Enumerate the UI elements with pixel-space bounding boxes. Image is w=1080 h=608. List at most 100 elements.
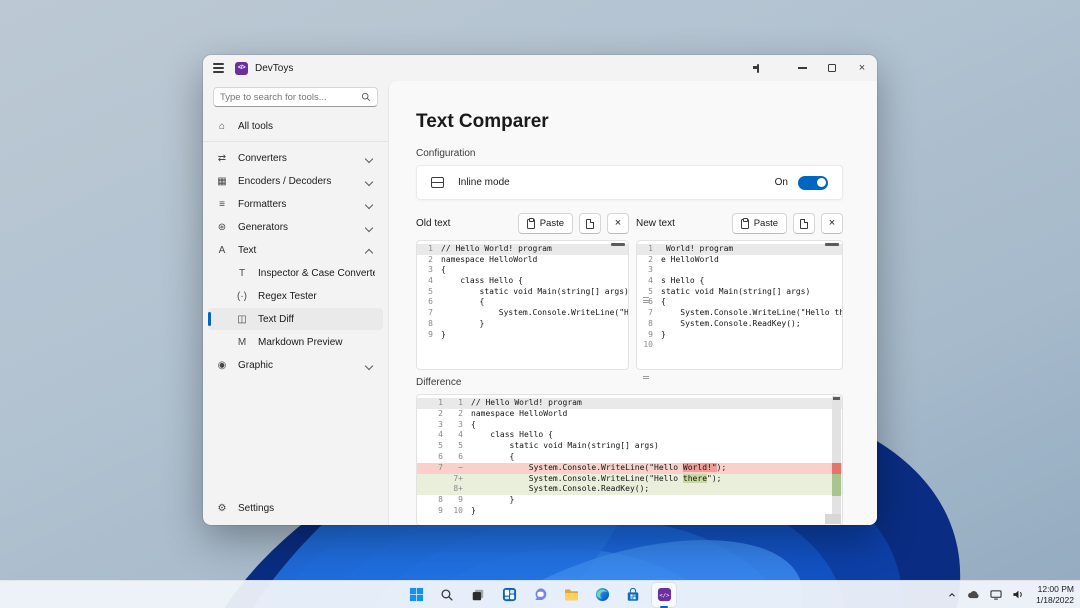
window-title: DevToys [255,63,293,74]
sidebar-item-label: Markdown Preview [258,337,375,348]
sidebar-item-formatters[interactable]: ≡Formatters [208,193,383,215]
diff-line-context[interactable]: 55 static void Main(string[] args) [417,441,842,452]
code-line[interactable]: 5 static void Main(string[] args) [417,287,628,298]
diff-line-context[interactable]: 66 { [417,452,842,463]
code-text: } [661,330,842,341]
taskbar-file-explorer-button[interactable] [559,583,583,607]
paste-icon [741,219,749,229]
diff-line-context[interactable]: 89 } [417,495,842,506]
diff-line-context[interactable]: 11// Hello World! program [417,398,842,409]
taskbar-edge-button[interactable] [590,583,614,607]
sidebar-item-inspector-case-converter[interactable]: TInspector & Case Converter [208,262,383,284]
new-text-editor[interactable]: 1 World! program2e HelloWorld34s Hello {… [636,240,843,370]
inspector-icon: T [236,268,248,279]
taskbar-chat-button[interactable] [528,583,552,607]
old-open-file-button[interactable] [579,213,601,234]
sidebar-item-label: Formatters [238,199,365,210]
old-clear-button[interactable]: × [607,213,629,234]
line-number: 7 [637,308,661,319]
code-line[interactable]: 4 class Hello { [417,276,628,287]
diff-line-context[interactable]: 22namespace HelloWorld [417,409,842,420]
taskbar-store-button[interactable] [621,583,645,607]
new-paste-button[interactable]: Paste [732,213,787,234]
taskbar-widgets-button[interactable] [497,583,521,607]
tool-search-box[interactable] [213,87,378,107]
code-text: { [441,297,628,308]
maximize-button[interactable] [817,55,847,81]
old-paste-button[interactable]: Paste [518,213,573,234]
code-line[interactable]: 9} [637,330,842,341]
diff-line-context[interactable]: 910} [417,506,842,517]
code-line[interactable]: 3 [637,265,842,276]
close-button[interactable]: × [847,55,877,81]
minimize-button[interactable] [787,55,817,81]
sidebar-item-settings[interactable]: ⚙ Settings [208,497,383,519]
code-line[interactable]: 6{ [637,297,842,308]
network-icon[interactable] [988,587,1004,603]
sidebar-item-regex-tester[interactable]: (·)Regex Tester [208,285,383,307]
sidebar-item-markdown-preview[interactable]: MMarkdown Preview [208,331,383,353]
diff-line-context[interactable]: 33{ [417,420,842,431]
old-line-number: 9 [417,506,443,517]
inline-mode-toggle[interactable] [798,176,828,190]
chevron-up-icon[interactable] [944,587,960,603]
diff-line-deleted[interactable]: 7− System.Console.WriteLine("Hello World… [417,463,842,474]
code-line[interactable]: 1 World! program [637,244,842,255]
code-line[interactable]: 2namespace HelloWorld [417,255,628,266]
sidebar-item-generators[interactable]: ⊛Generators [208,216,383,238]
titlebar[interactable]: </> DevToys × [203,55,877,81]
new-clear-button[interactable]: × [821,213,843,234]
scrollbar-thumb[interactable] [611,243,625,246]
sidebar-item-all-tools[interactable]: ⌂All tools [208,115,383,137]
code-line[interactable]: 5static void Main(string[] args) [637,287,842,298]
diff-line-context[interactable]: 44 class Hello { [417,430,842,441]
code-line[interactable]: 6 { [417,297,628,308]
splitter-grip[interactable] [642,376,649,379]
new-paste-label: Paste [754,218,778,229]
clock[interactable]: 12:00 PM 1/18/2022 [1032,584,1074,605]
chevron-down-icon [365,223,373,231]
sidebar-item-converters[interactable]: ⇄Converters [208,147,383,169]
code-line[interactable]: 2e HelloWorld [637,255,842,266]
code-line[interactable]: 9} [417,330,628,341]
new-open-file-button[interactable] [793,213,815,234]
home-icon: ⌂ [216,121,228,132]
diff-line-added[interactable]: 8+ System.Console.ReadKey(); [417,484,842,495]
inline-mode-setting-card: Inline mode On [416,165,843,200]
regex-icon: (·) [236,291,248,302]
code-line[interactable]: 8 } [417,319,628,330]
splitter-grip[interactable] [642,297,649,303]
code-line[interactable]: 4s Hello { [637,276,842,287]
start-icon [409,587,424,602]
diff-line-added[interactable]: 7+ System.Console.WriteLine("Hello there… [417,474,842,485]
new-line-number: 10 [443,506,463,517]
code-line[interactable]: 8 System.Console.ReadKey(); [637,319,842,330]
taskbar-search-button[interactable] [435,583,459,607]
sidebar-item-graphic[interactable]: ◉Graphic [208,354,383,376]
paste-icon [527,219,535,229]
maximize-icon [828,64,836,72]
old-text-editor[interactable]: 1// Hello World! program2namespace Hello… [416,240,629,370]
onedrive-icon[interactable] [966,587,982,603]
sidebar-item-text[interactable]: AText [208,239,383,261]
code-line[interactable]: 10 [637,340,842,351]
difference-viewer[interactable]: 11// Hello World! program22namespace Hel… [416,394,843,525]
chevron-down-icon [365,361,373,369]
inline-mode-icon [431,177,444,188]
taskbar-start-button[interactable] [404,583,428,607]
scrollbar-thumb[interactable] [833,397,840,400]
compact-overlay-button[interactable] [757,55,787,81]
scrollbar-thumb[interactable] [825,243,839,246]
taskbar-devtoys-button[interactable]: </> [652,583,676,607]
search-input[interactable] [220,92,361,103]
sidebar-item-encoders-decoders[interactable]: ▦Encoders / Decoders [208,170,383,192]
hamburger-menu-icon[interactable] [203,55,233,81]
sidebar-item-text-diff[interactable]: ◫Text Diff [208,308,383,330]
code-line[interactable]: 7 System.Console.WriteLine("Hello there"… [637,308,842,319]
taskbar-task-view-button[interactable] [466,583,490,607]
volume-icon[interactable] [1010,587,1026,603]
code-line[interactable]: 3{ [417,265,628,276]
overview-ruler[interactable] [832,396,841,524]
code-line[interactable]: 7 System.Console.WriteLine("Hello World!… [417,308,628,319]
code-line[interactable]: 1// Hello World! program [417,244,628,255]
